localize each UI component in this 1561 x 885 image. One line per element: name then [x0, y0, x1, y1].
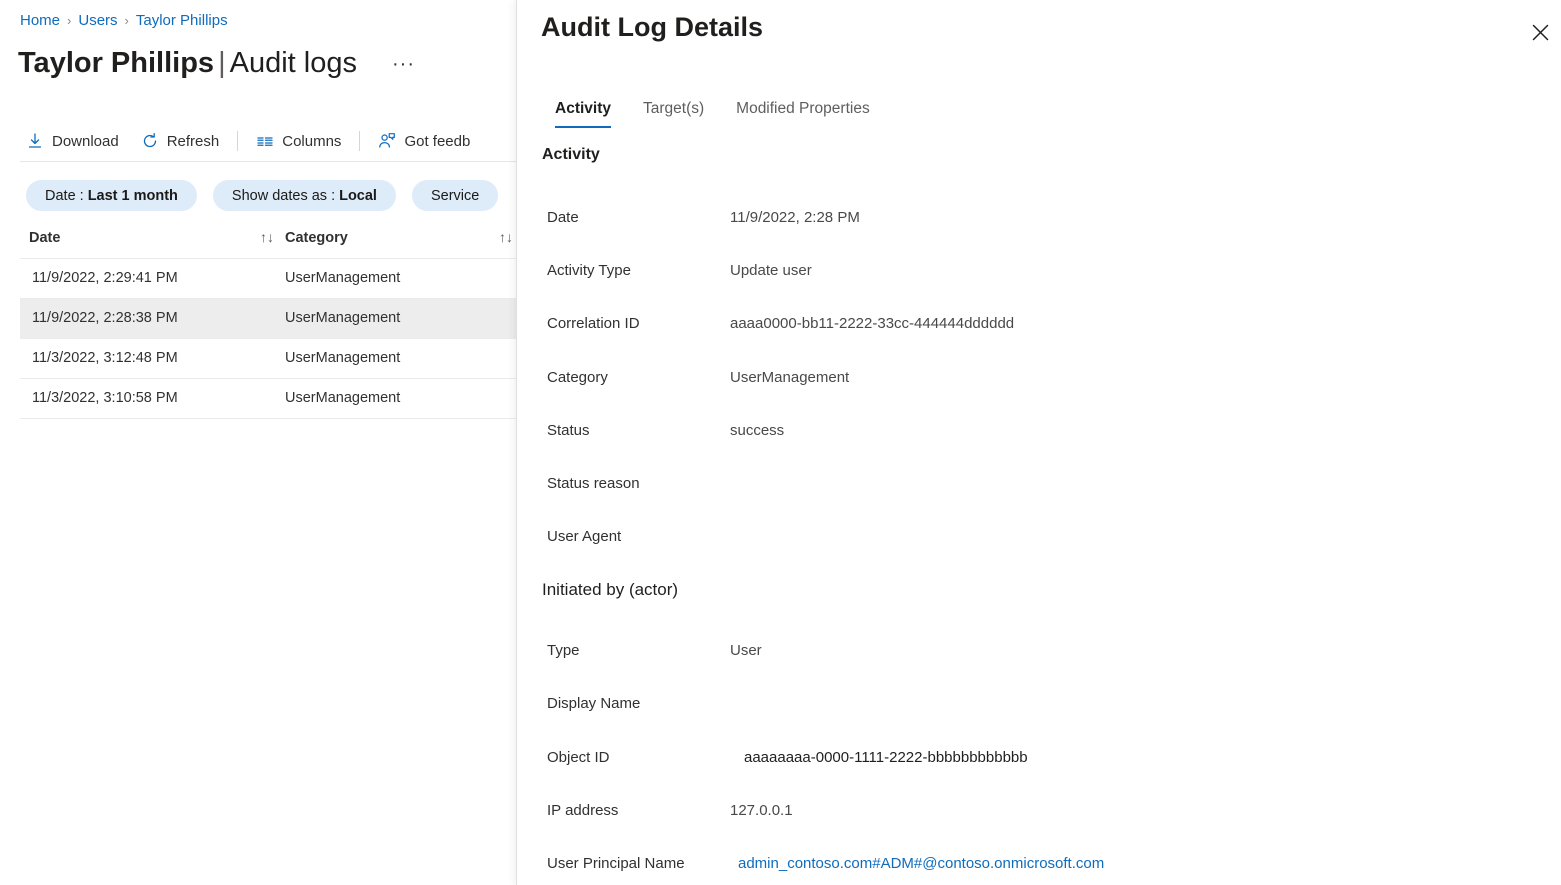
cell-date: 11/9/2022, 2:28:38 PM	[32, 310, 178, 326]
field-date-value: 11/9/2022, 2:28 PM	[730, 209, 860, 226]
toolbar-divider	[237, 131, 238, 151]
field-object-id-key: Object ID	[547, 749, 610, 766]
refresh-button[interactable]: Refresh	[135, 130, 226, 152]
cell-category: UserManagement	[285, 310, 400, 326]
page-title-separator: |	[218, 47, 226, 79]
got-feedback-button[interactable]: Got feedb	[372, 130, 476, 152]
page-title-primary: Taylor Phillips	[18, 47, 214, 79]
filter-pill-show-dates-as-value: Local	[339, 188, 377, 204]
panel-title: Audit Log Details	[541, 12, 763, 43]
field-ip-address-key: IP address	[547, 802, 618, 819]
table-row[interactable]: 11/9/2022, 2:28:38 PM UserManagement	[20, 299, 516, 339]
field-object-id-value: aaaaaaaa-0000-1111-2222-bbbbbbbbbbbb	[744, 749, 1028, 766]
table-row[interactable]: 11/3/2022, 3:10:58 PM UserManagement	[20, 379, 516, 419]
toolbar-divider-rule	[20, 161, 516, 162]
field-status-value: success	[730, 422, 784, 439]
columns-button[interactable]: Columns	[250, 130, 347, 152]
table-row[interactable]: 11/3/2022, 3:12:48 PM UserManagement	[20, 339, 516, 379]
columns-label: Columns	[282, 133, 341, 150]
cell-date: 11/9/2022, 2:29:41 PM	[32, 270, 178, 286]
download-icon	[26, 132, 44, 150]
toolbar-divider	[359, 131, 360, 151]
breadcrumb-separator-icon: ›	[125, 13, 129, 28]
breadcrumb-separator-icon: ›	[67, 13, 71, 28]
filter-pill-date-label: Date :	[45, 188, 84, 204]
refresh-icon	[141, 132, 159, 150]
field-activity-type-value: Update user	[730, 262, 812, 279]
field-user-principal-name-value[interactable]: admin_contoso.com#ADM#@contoso.onmicroso…	[738, 855, 1104, 872]
page-title-secondary: Audit logs	[230, 47, 357, 79]
filter-pill-date[interactable]: Date :Last 1 month	[26, 180, 197, 211]
breadcrumb-item-users[interactable]: Users	[78, 12, 117, 29]
cell-category: UserManagement	[285, 270, 400, 286]
left-content-pane: Home › Users › Taylor Phillips Taylor Philli…	[0, 0, 516, 885]
table-row[interactable]: 11/9/2022, 2:29:41 PM UserManagement	[20, 259, 516, 299]
column-header-category[interactable]: Category	[285, 230, 348, 246]
cell-category: UserManagement	[285, 390, 400, 406]
field-category-value: UserManagement	[730, 369, 849, 386]
feedback-person-icon	[378, 132, 396, 150]
cell-category: UserManagement	[285, 350, 400, 366]
command-toolbar: Download Refresh Columns Got feed	[20, 124, 476, 158]
cell-date: 11/3/2022, 3:10:58 PM	[32, 390, 178, 406]
field-date-key: Date	[547, 209, 579, 226]
breadcrumb: Home › Users › Taylor Phillips	[20, 12, 228, 29]
filter-pill-show-dates-as-label: Show dates as :	[232, 188, 335, 204]
tab-modified-properties[interactable]: Modified Properties	[720, 100, 886, 128]
got-feedback-label: Got feedb	[404, 133, 470, 150]
audit-logs-page: Home › Users › Taylor Phillips Taylor Philli…	[0, 0, 1561, 885]
panel-tabs: Activity Target(s) Modified Properties	[539, 100, 886, 128]
sort-icon[interactable]: ↑↓	[499, 229, 513, 245]
tab-activity[interactable]: Activity	[539, 100, 627, 128]
field-status-key: Status	[547, 422, 590, 439]
filter-pill-service[interactable]: Service	[412, 180, 498, 211]
page-title: Taylor Phillips|Audit logs	[18, 44, 357, 82]
refresh-label: Refresh	[167, 133, 220, 150]
download-label: Download	[52, 133, 119, 150]
field-actor-type-value: User	[730, 642, 762, 659]
tab-targets[interactable]: Target(s)	[627, 100, 720, 128]
download-button[interactable]: Download	[20, 130, 125, 152]
filter-pill-date-value: Last 1 month	[88, 188, 178, 204]
breadcrumb-item-home[interactable]: Home	[20, 12, 60, 29]
section-heading-activity: Activity	[542, 146, 600, 164]
breadcrumb-item-taylor-phillips[interactable]: Taylor Phillips	[136, 12, 228, 29]
field-correlation-id-key: Correlation ID	[547, 315, 640, 332]
audit-log-details-panel: Audit Log Details Activity Target(s) Mod…	[516, 0, 1561, 885]
filter-pill-row: Date :Last 1 month Show dates as :Local …	[26, 180, 498, 211]
field-user-agent-key: User Agent	[547, 528, 621, 545]
field-category-key: Category	[547, 369, 608, 386]
field-ip-address-value: 127.0.0.1	[730, 802, 793, 819]
more-options-button[interactable]: ···	[392, 54, 415, 74]
field-display-name-key: Display Name	[547, 695, 640, 712]
close-icon[interactable]	[1524, 16, 1556, 48]
grid-header-row: Date ↑↓ Category ↑↓	[20, 226, 516, 255]
filter-pill-show-dates-as[interactable]: Show dates as :Local	[213, 180, 396, 211]
sort-icon[interactable]: ↑↓	[260, 229, 274, 245]
cell-date: 11/3/2022, 3:12:48 PM	[32, 350, 178, 366]
field-correlation-id-value: aaaa0000-bb11-2222-33cc-444444dddddd	[730, 315, 1014, 332]
field-activity-type-key: Activity Type	[547, 262, 631, 279]
filter-pill-service-label: Service	[431, 188, 479, 204]
section-heading-initiated-by: Initiated by (actor)	[542, 580, 678, 600]
field-user-principal-name-key: User Principal Name	[547, 855, 685, 872]
field-status-reason-key: Status reason	[547, 475, 640, 492]
audit-log-table: 11/9/2022, 2:29:41 PM UserManagement 11/…	[20, 259, 516, 419]
columns-icon	[256, 132, 274, 150]
field-actor-type-key: Type	[547, 642, 580, 659]
column-header-date[interactable]: Date	[29, 230, 60, 246]
